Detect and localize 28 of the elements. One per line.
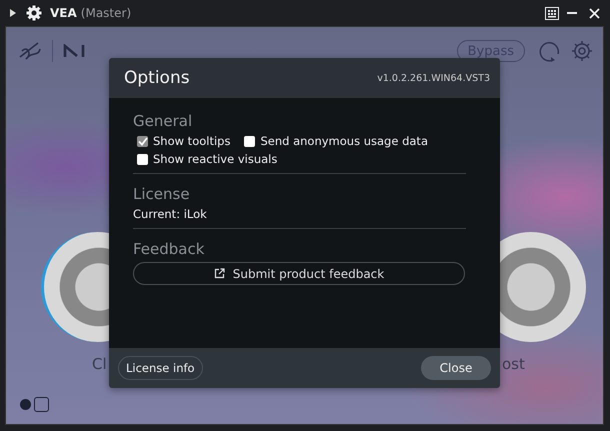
gear-icon [26, 5, 42, 21]
feedback-button[interactable]: Submit product feedback [133, 262, 465, 285]
checkbox-option[interactable]: Send anonymous usage data [244, 134, 428, 148]
license-info-button[interactable]: License info [118, 356, 203, 380]
section-heading: General [133, 112, 194, 130]
keyboard-icon[interactable] [545, 6, 559, 20]
checkbox[interactable] [244, 136, 256, 146]
close-button[interactable]: Close [421, 356, 491, 380]
checkbox-option[interactable]: Show tooltips [137, 134, 230, 148]
minimize-icon[interactable] [567, 12, 577, 14]
license-text: Current: iLok [133, 207, 208, 221]
page-dot-icon[interactable] [20, 399, 31, 410]
knob-label: ost [502, 355, 525, 373]
close-icon[interactable] [589, 8, 600, 18]
external-link-icon [214, 268, 225, 279]
dialog-title: Options [124, 68, 190, 88]
window-title: VEA [50, 6, 77, 20]
checkbox[interactable] [137, 154, 148, 164]
checkbox[interactable] [137, 136, 148, 146]
ni-logo-icon [63, 44, 85, 58]
knob-label: Cl [92, 355, 107, 373]
section-heading: License [133, 185, 191, 203]
version-text: v1.0.2.261.WIN64.VST3 [377, 72, 490, 84]
checkbox-option[interactable]: Show reactive visuals [137, 152, 278, 166]
window-subtitle: (Master) [80, 6, 132, 20]
expand-arrow-icon[interactable] [10, 9, 16, 17]
section-heading: Feedback [133, 240, 206, 258]
page-square-icon[interactable] [34, 397, 49, 412]
